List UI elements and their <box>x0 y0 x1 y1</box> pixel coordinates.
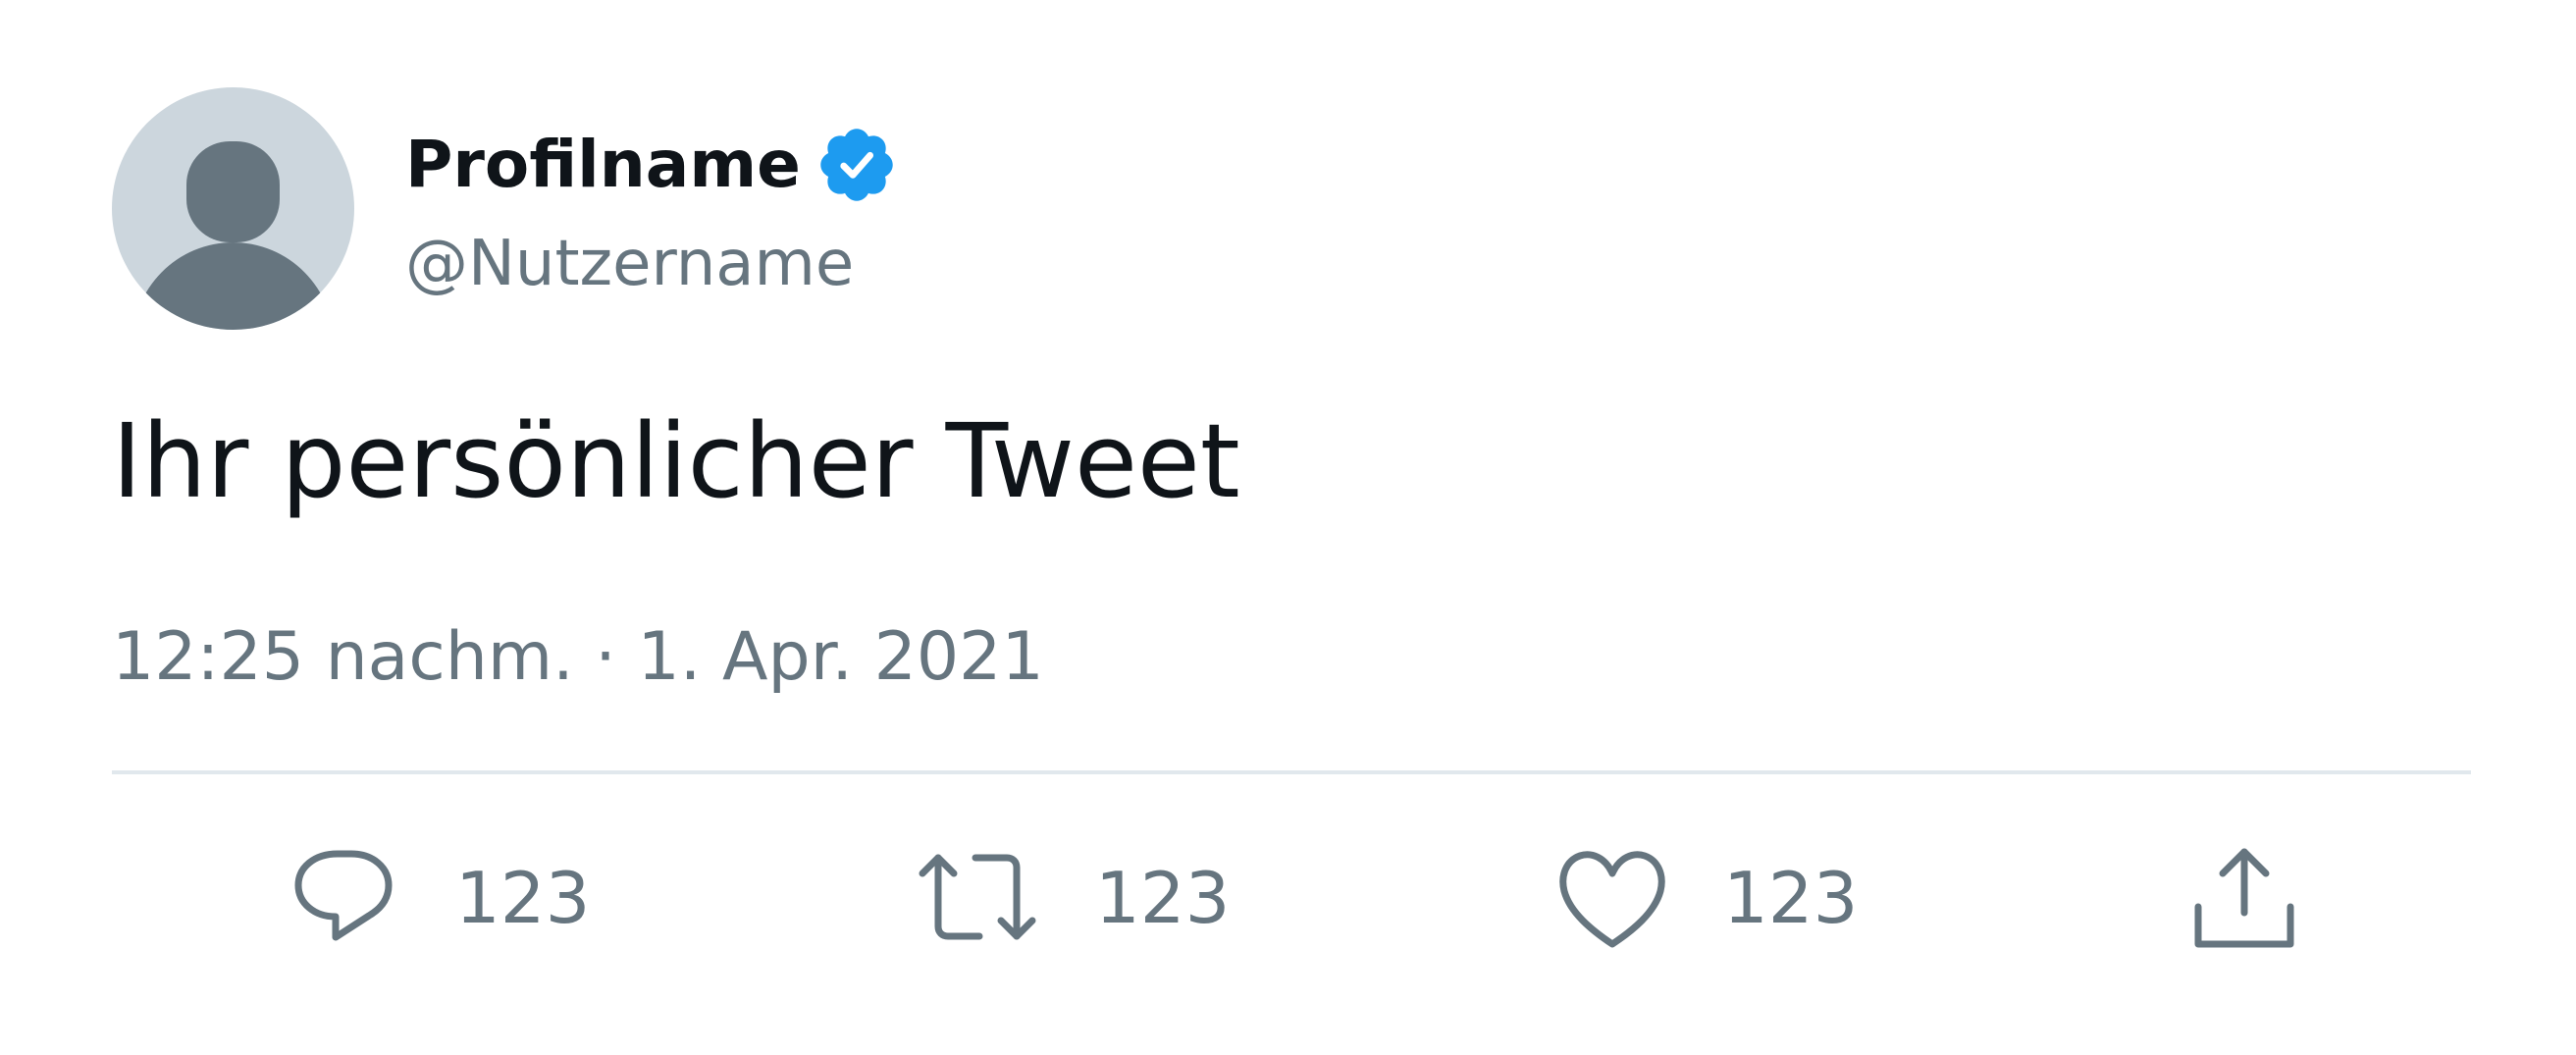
divider <box>112 770 2471 774</box>
reply-count: 123 <box>455 857 591 939</box>
retweet-button[interactable]: 123 <box>917 844 1230 952</box>
speech-bubble-icon <box>294 850 393 941</box>
reply-button[interactable]: 123 <box>290 844 590 952</box>
profile-name[interactable]: Profilname <box>405 120 899 210</box>
profile-name-text: Profilname <box>405 127 801 202</box>
share-upload-icon <box>2194 848 2294 948</box>
tweet-text: Ihr persönlicher Tweet <box>112 401 1240 521</box>
tweet-timestamp[interactable]: 12:25 nachm. · 1. Apr. 2021 <box>112 608 1044 707</box>
default-profile-icon <box>112 87 354 330</box>
like-button[interactable]: 123 <box>1558 844 1858 952</box>
retweet-arrows-icon <box>919 854 1036 940</box>
share-button[interactable] <box>2190 844 2298 952</box>
username[interactable]: @Nutzername <box>405 220 854 308</box>
retweet-count: 123 <box>1095 857 1231 939</box>
like-count: 123 <box>1723 857 1859 939</box>
tweet-card: Profilname @Nutzername Ihr persönlicher … <box>0 0 2576 1055</box>
avatar[interactable] <box>112 87 354 330</box>
verified-badge-icon <box>815 123 899 207</box>
heart-icon <box>1559 851 1665 948</box>
